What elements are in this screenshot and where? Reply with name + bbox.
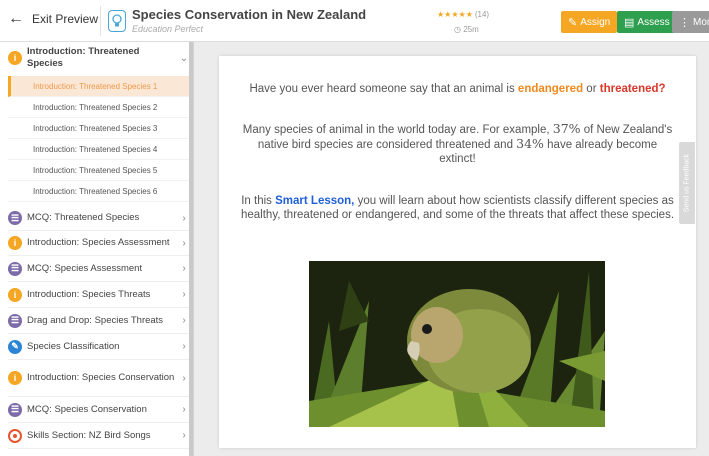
smart-lesson-term: Smart Lesson,	[275, 195, 355, 207]
top-bar: ← Exit Preview Species Conservation in N…	[0, 0, 709, 42]
exit-preview-label: Exit Preview	[32, 12, 99, 26]
kakapo-image	[309, 261, 605, 427]
statistics-paragraph: Many species of animal in the world toda…	[242, 121, 673, 166]
back-arrow-icon: ←	[8, 10, 24, 27]
percent-extinct: 34%	[516, 136, 544, 151]
lesson-page: Have you ever heard someone say that an …	[219, 56, 696, 448]
send-feedback-label: Send us Feedback	[683, 153, 691, 213]
info-icon: i	[8, 51, 22, 65]
sidebar-item-intro-species-conservation[interactable]: i Introduction: Species Conservation ›	[8, 360, 191, 397]
sidebar-scrollbar[interactable]	[189, 42, 193, 456]
assess-label: Assess	[637, 16, 670, 28]
list-icon: ☰	[8, 261, 22, 276]
sidebar-item-mcq-threatened-species[interactable]: ☰ MCQ: Threatened Species ›	[8, 206, 191, 231]
info-icon: i	[8, 371, 22, 385]
list-icon: ☰	[8, 313, 22, 328]
sidebar-item-mcq-species-assessment[interactable]: ☰ MCQ: Species Assessment ›	[8, 256, 191, 282]
assign-icon: ✎	[568, 16, 578, 29]
assess-button[interactable]: ▤ Assess	[617, 11, 677, 33]
sidebar-item-intro-species-assessment[interactable]: i Introduction: Species Assessment ›	[8, 231, 191, 256]
exit-preview-button[interactable]: ← Exit Preview	[8, 10, 99, 27]
threatened-term: threatened?	[599, 83, 666, 95]
endangered-term: endangered	[517, 83, 584, 95]
lesson-title: Species Conservation in New Zealand	[132, 7, 367, 22]
duration: ◷ 25m	[454, 25, 479, 34]
sidebar-item-intro-species-threats[interactable]: i Introduction: Species Threats ›	[8, 282, 191, 308]
rating-stars-icon: ★★★★★	[437, 10, 473, 19]
percent-threatened: 37%	[552, 121, 581, 136]
lesson-publisher: Education Perfect	[132, 24, 204, 34]
sidebar-subitem[interactable]: Introduction: Threatened Species 2	[8, 97, 191, 118]
smart-lesson-paragraph: In this Smart Lesson, you will learn abo…	[240, 195, 675, 221]
duration-value: 25m	[463, 25, 479, 34]
pencil-icon: ✎	[8, 339, 22, 354]
lesson-sidebar: i Introduction: Threatened Species ⌄ Int…	[0, 42, 194, 456]
sidebar-subitem[interactable]: Introduction: Threatened Species 6	[8, 181, 191, 202]
sidebar-item-species-classification[interactable]: ✎ Species Classification ›	[8, 334, 191, 360]
sidebar-item-mcq-species-conservation[interactable]: ☰ MCQ: Species Conservation ›	[8, 397, 191, 423]
send-feedback-tab[interactable]: Send us Feedback	[679, 142, 695, 224]
info-icon: i	[8, 287, 22, 302]
sidebar-subitem[interactable]: Introduction: Threatened Species 4	[8, 139, 191, 160]
more-icon: ⋮	[679, 16, 690, 29]
list-icon: ☰	[8, 402, 22, 417]
lesson-title-block: Species Conservation in New Zealand Educ…	[132, 7, 366, 34]
sidebar-subitem[interactable]: Introduction: Threatened Species 3	[8, 118, 191, 139]
assess-icon: ▤	[624, 16, 635, 29]
rating-count: (14)	[474, 10, 490, 19]
clock-icon: ◷	[454, 25, 461, 34]
sidebar-subitem[interactable]: Introduction: Threatened Species 1	[8, 76, 191, 97]
more-label: More	[693, 16, 709, 28]
sidebar-item-drag-drop-species-threats[interactable]: ☰ Drag and Drop: Species Threats ›	[8, 308, 191, 334]
kakapo-photo	[309, 261, 605, 427]
sidebar-section-label: Introduction: Threatened Species	[27, 46, 140, 69]
sidebar-section-threatened-species[interactable]: i Introduction: Threatened Species ⌄	[8, 42, 191, 74]
sidebar-item-skills-nz-bird-songs[interactable]: Skills Section: NZ Bird Songs ›	[8, 423, 191, 449]
lightbulb-icon	[108, 10, 126, 32]
assign-button[interactable]: ✎ Assign	[561, 11, 618, 33]
header-divider	[100, 6, 101, 36]
sidebar-subitem[interactable]: Introduction: Threatened Species 5	[8, 160, 191, 181]
target-icon	[8, 428, 22, 443]
more-button[interactable]: ⋮More	[672, 11, 709, 33]
intro-paragraph: Have you ever heard someone say that an …	[249, 83, 666, 95]
assign-label: Assign	[580, 16, 611, 28]
info-icon: i	[8, 236, 22, 250]
list-icon: ☰	[8, 211, 22, 225]
rating: ★★★★★ (14)	[437, 10, 489, 19]
